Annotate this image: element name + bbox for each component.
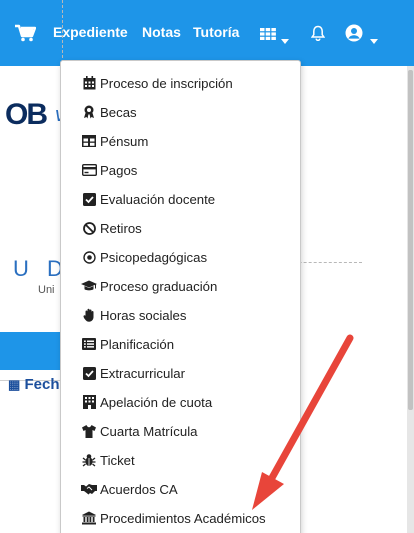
cart-icon[interactable] [14,24,37,47]
graduation-cap-icon [81,278,97,294]
menu-item-label: Procedimientos Académicos [100,510,266,526]
check-square-icon [81,191,97,207]
banner-bar [0,332,62,370]
ban-icon [81,220,97,236]
nav-expediente[interactable]: Expediente [53,22,128,42]
chevron-down-icon[interactable] [370,31,378,49]
menu-item-label: Evaluación docente [100,191,216,207]
university-text: Uni [38,284,55,296]
menu-item-label: Psicopedagógicas [100,249,208,265]
menu-item-extracurricular[interactable]: Extracurricular [81,361,185,385]
menu-item-procedimientos-academicos[interactable]: Procedimientos Académicos [81,506,266,530]
chevron-down-icon[interactable] [281,31,289,49]
hand-icon [81,307,97,323]
menu-item-label: Retiros [100,220,142,236]
menu-item-label: Pénsum [100,133,149,149]
menu-item-psicopedagogicas[interactable]: Psicopedagógicas [81,245,207,269]
grid-menu-icon[interactable] [260,27,276,45]
scrollbar-thumb[interactable] [408,70,413,410]
award-icon [81,104,97,120]
menu-item-label: Apelación de cuota [100,394,213,410]
menu-item-label: Becas [100,104,137,120]
menu-item-proceso-graduacion[interactable]: Proceso graduación [81,274,217,298]
university-icon [81,510,97,526]
menu-item-horas-sociales[interactable]: Horas sociales [81,303,187,327]
check-square-icon [81,365,97,381]
building-icon [81,394,97,410]
calendar-icon: ▦ [8,377,21,392]
tools-dropdown-menu: Proceso de inscripción Becas Pénsum Pago… [60,60,301,533]
menu-item-apelacion-cuota[interactable]: Apelación de cuota [81,390,212,414]
list-alt-icon [81,336,97,352]
handshake-icon [81,481,97,497]
menu-item-becas[interactable]: Becas [81,100,137,124]
menu-item-cuarta-matricula[interactable]: Cuarta Matrícula [81,419,197,443]
bug-icon [81,452,97,468]
site-logo: OB [5,98,48,131]
menu-item-label: Extracurricular [100,365,186,381]
menu-item-ticket[interactable]: Ticket [81,448,135,472]
menu-item-label: Acuerdos CA [100,481,178,497]
menu-item-proceso-inscripcion[interactable]: Proceso de inscripción [81,71,233,95]
menu-item-acuerdos-ca[interactable]: Acuerdos CA [81,477,178,501]
table-icon [81,133,97,149]
menu-item-label: Planificación [100,336,175,352]
menu-item-pagos[interactable]: Pagos [81,158,137,182]
menu-item-label: Pagos [100,162,138,178]
menu-item-label: Ticket [100,452,135,468]
dot-circle-icon [81,249,97,265]
calendar-icon [81,75,97,91]
menu-item-label: Cuarta Matrícula [100,423,198,439]
shirt-icon [81,423,97,439]
menu-item-label: Horas sociales [100,307,187,323]
menu-item-label: Proceso de inscripción [100,75,233,91]
menu-item-retiros[interactable]: Retiros [81,216,142,240]
section-label: ▦ Fech [8,376,59,393]
section-label-text: Fech [24,376,60,393]
menu-item-label: Proceso graduación [100,278,218,294]
menu-item-evaluacion-docente[interactable]: Evaluación docente [81,187,215,211]
bell-icon[interactable] [310,25,326,46]
menu-item-pensum[interactable]: Pénsum [81,129,148,153]
nav-tutoria[interactable]: Tutoría [193,22,239,42]
nav-notas[interactable]: Notas [142,22,181,42]
user-circle-icon[interactable] [345,24,363,47]
menu-item-planificacion[interactable]: Planificación [81,332,174,356]
credit-card-icon [81,162,97,178]
